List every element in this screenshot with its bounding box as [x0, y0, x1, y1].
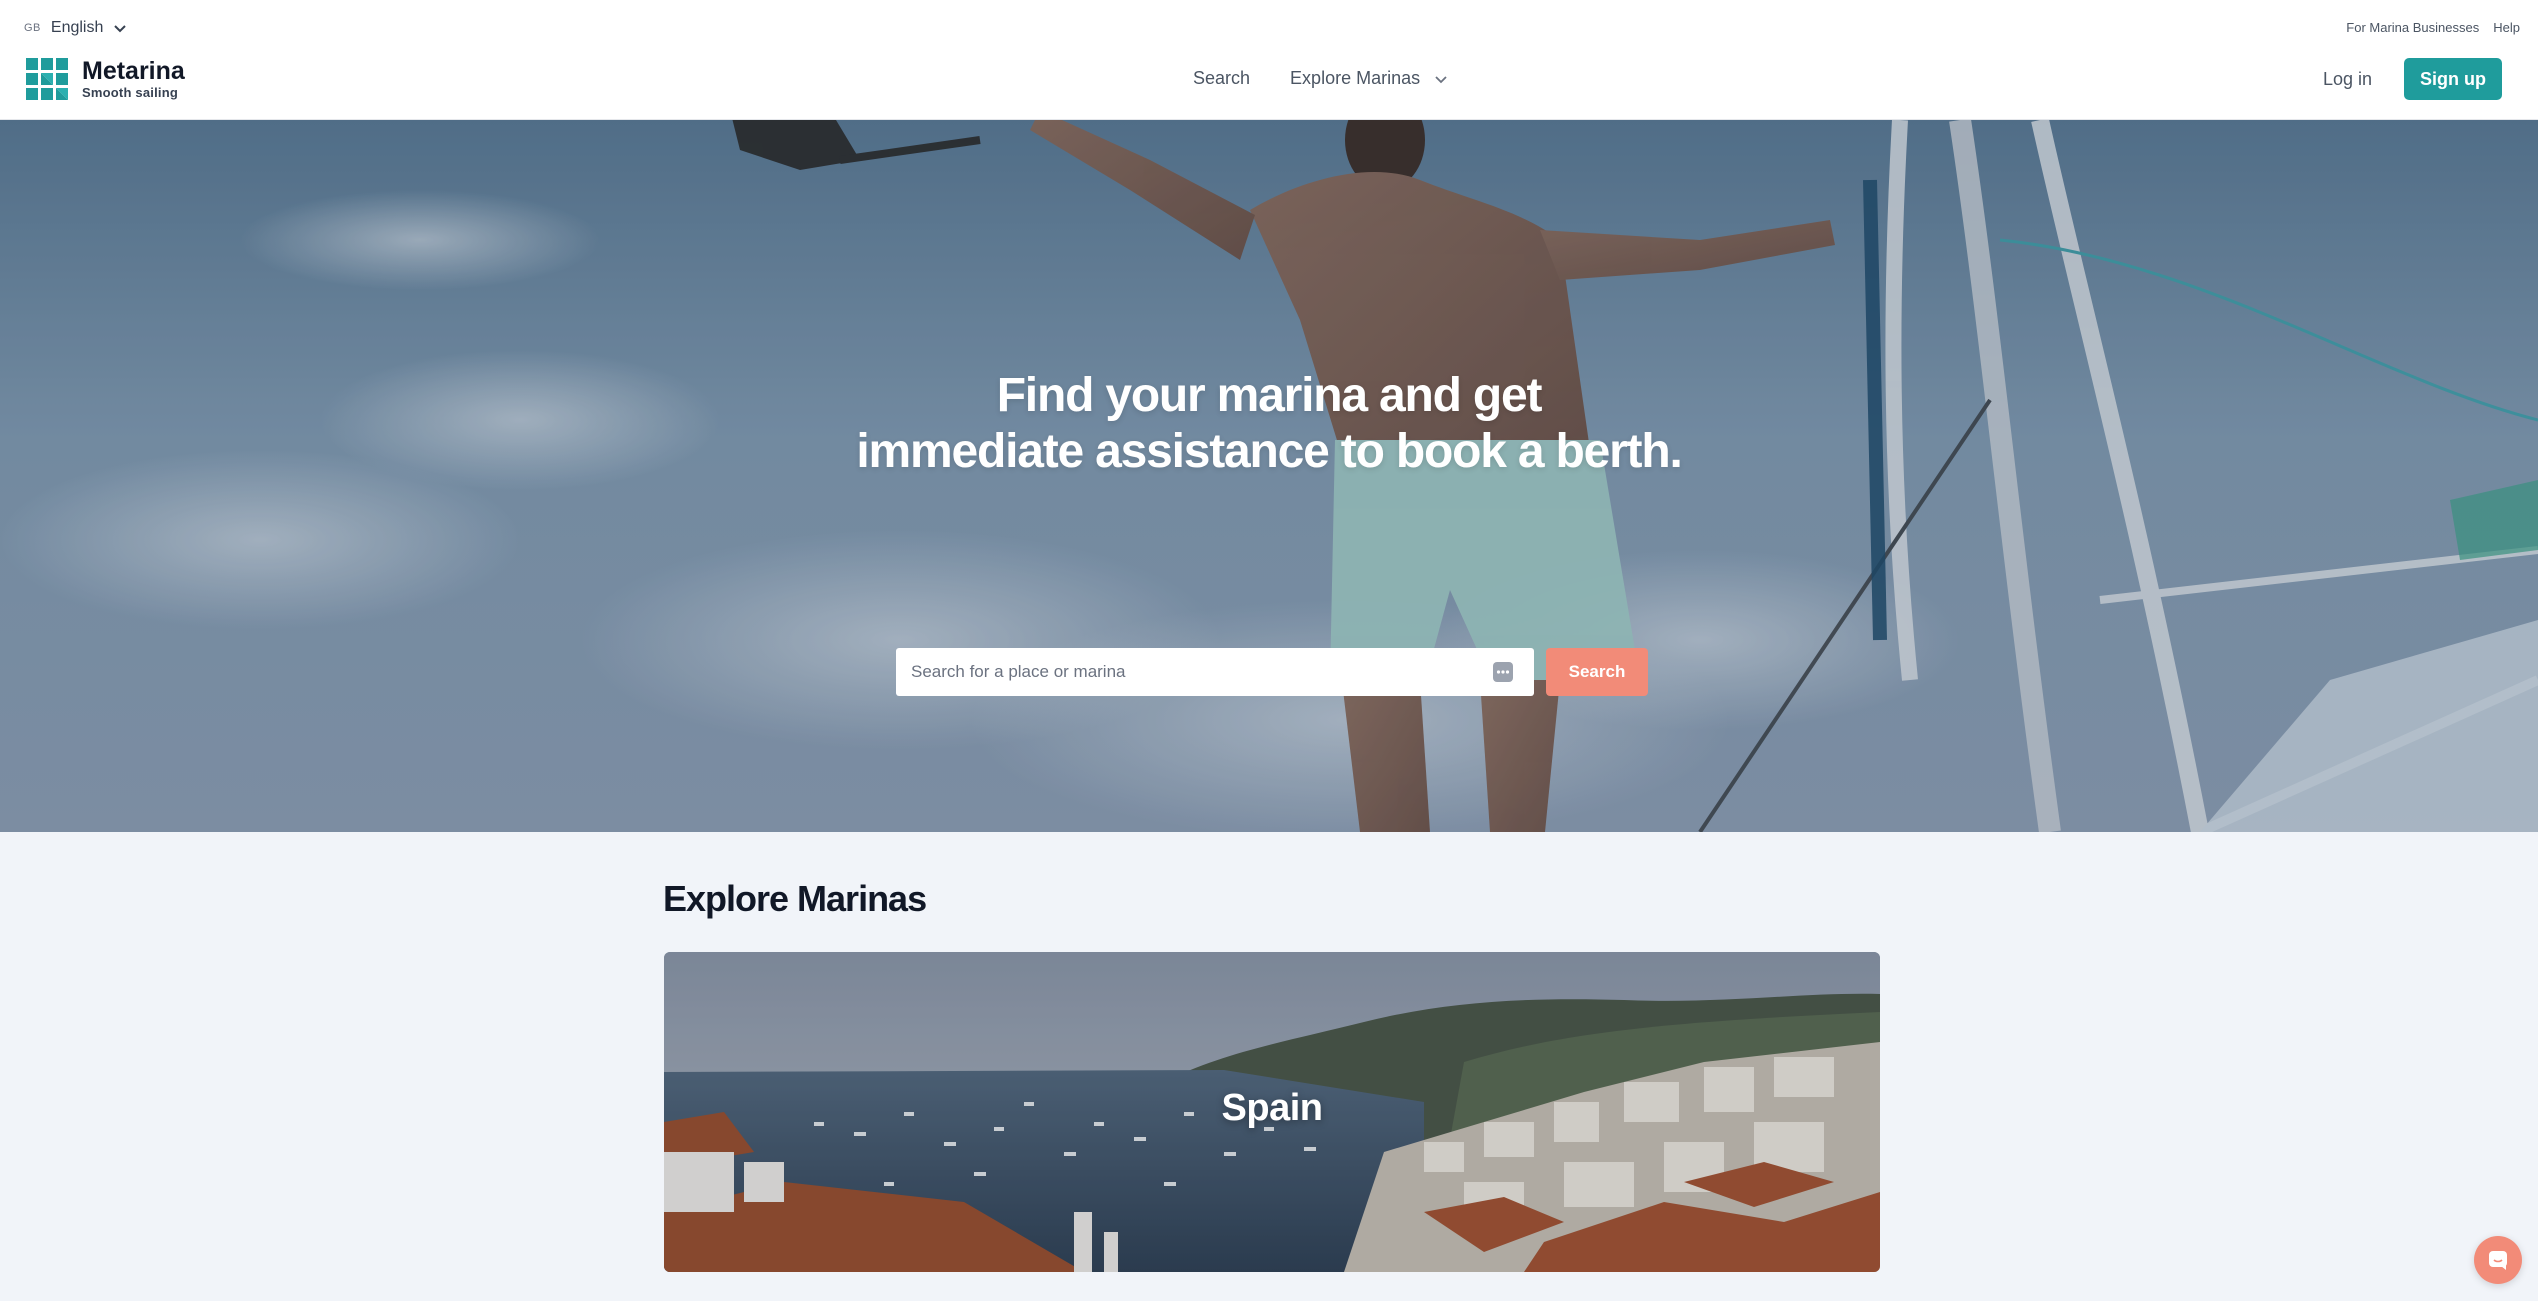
main-navbar: Metarina Smooth sailing Search Explore M…: [0, 56, 2538, 120]
hero-title: Find your marina and get immediate assis…: [0, 368, 2538, 480]
help-link[interactable]: Help: [2493, 20, 2520, 35]
chat-launcher-button[interactable]: [2474, 1236, 2522, 1284]
flag-icon: GB: [24, 22, 41, 34]
search-input[interactable]: [911, 662, 1481, 682]
nav-explore-marinas[interactable]: Explore Marinas: [1290, 68, 1448, 89]
login-link[interactable]: Log in: [2323, 69, 2372, 90]
marina-card-spain[interactable]: Spain: [664, 952, 1880, 1272]
language-label: English: [50, 19, 104, 36]
explore-marinas-heading: Explore Marinas: [663, 878, 927, 919]
chat-icon: [2489, 1251, 2507, 1270]
hero-title-line2: immediate assistance to book a berth.: [856, 425, 1682, 478]
hero-search-form: Search: [896, 648, 1648, 696]
brand-text: Metarina Smooth sailing: [82, 56, 185, 101]
language-selector[interactable]: GB English: [24, 16, 127, 40]
keyboard-icon[interactable]: [1493, 662, 1513, 682]
for-marina-businesses-link[interactable]: For Marina Businesses: [2346, 20, 2479, 35]
brand-logo[interactable]: Metarina Smooth sailing: [26, 56, 185, 102]
nav-links: Search Explore Marinas: [1193, 68, 1448, 89]
nav-explore-label: Explore Marinas: [1290, 68, 1421, 88]
search-box: [896, 648, 1534, 696]
search-button[interactable]: Search: [1546, 648, 1648, 696]
brand-name: Metarina: [82, 56, 185, 85]
chevron-down-icon: [1435, 75, 1447, 83]
hero-title-line1: Find your marina and get: [996, 369, 1543, 422]
utility-links: For Marina Businesses Help: [2346, 20, 2520, 35]
nav-search[interactable]: Search: [1193, 68, 1250, 89]
metarina-logo-icon: [26, 58, 68, 100]
chevron-down-icon: [114, 25, 127, 33]
brand-tagline: Smooth sailing: [82, 84, 178, 100]
auth-actions: Log in Sign up: [2323, 58, 2502, 100]
utility-bar: GB English For Marina Businesses Help: [0, 0, 2538, 56]
card-label-spain: Spain: [1221, 1087, 1323, 1129]
hero-section: Find your marina and get immediate assis…: [0, 120, 2538, 832]
nav-search-label: Search: [1193, 68, 1251, 88]
signup-button[interactable]: Sign up: [2404, 58, 2502, 100]
